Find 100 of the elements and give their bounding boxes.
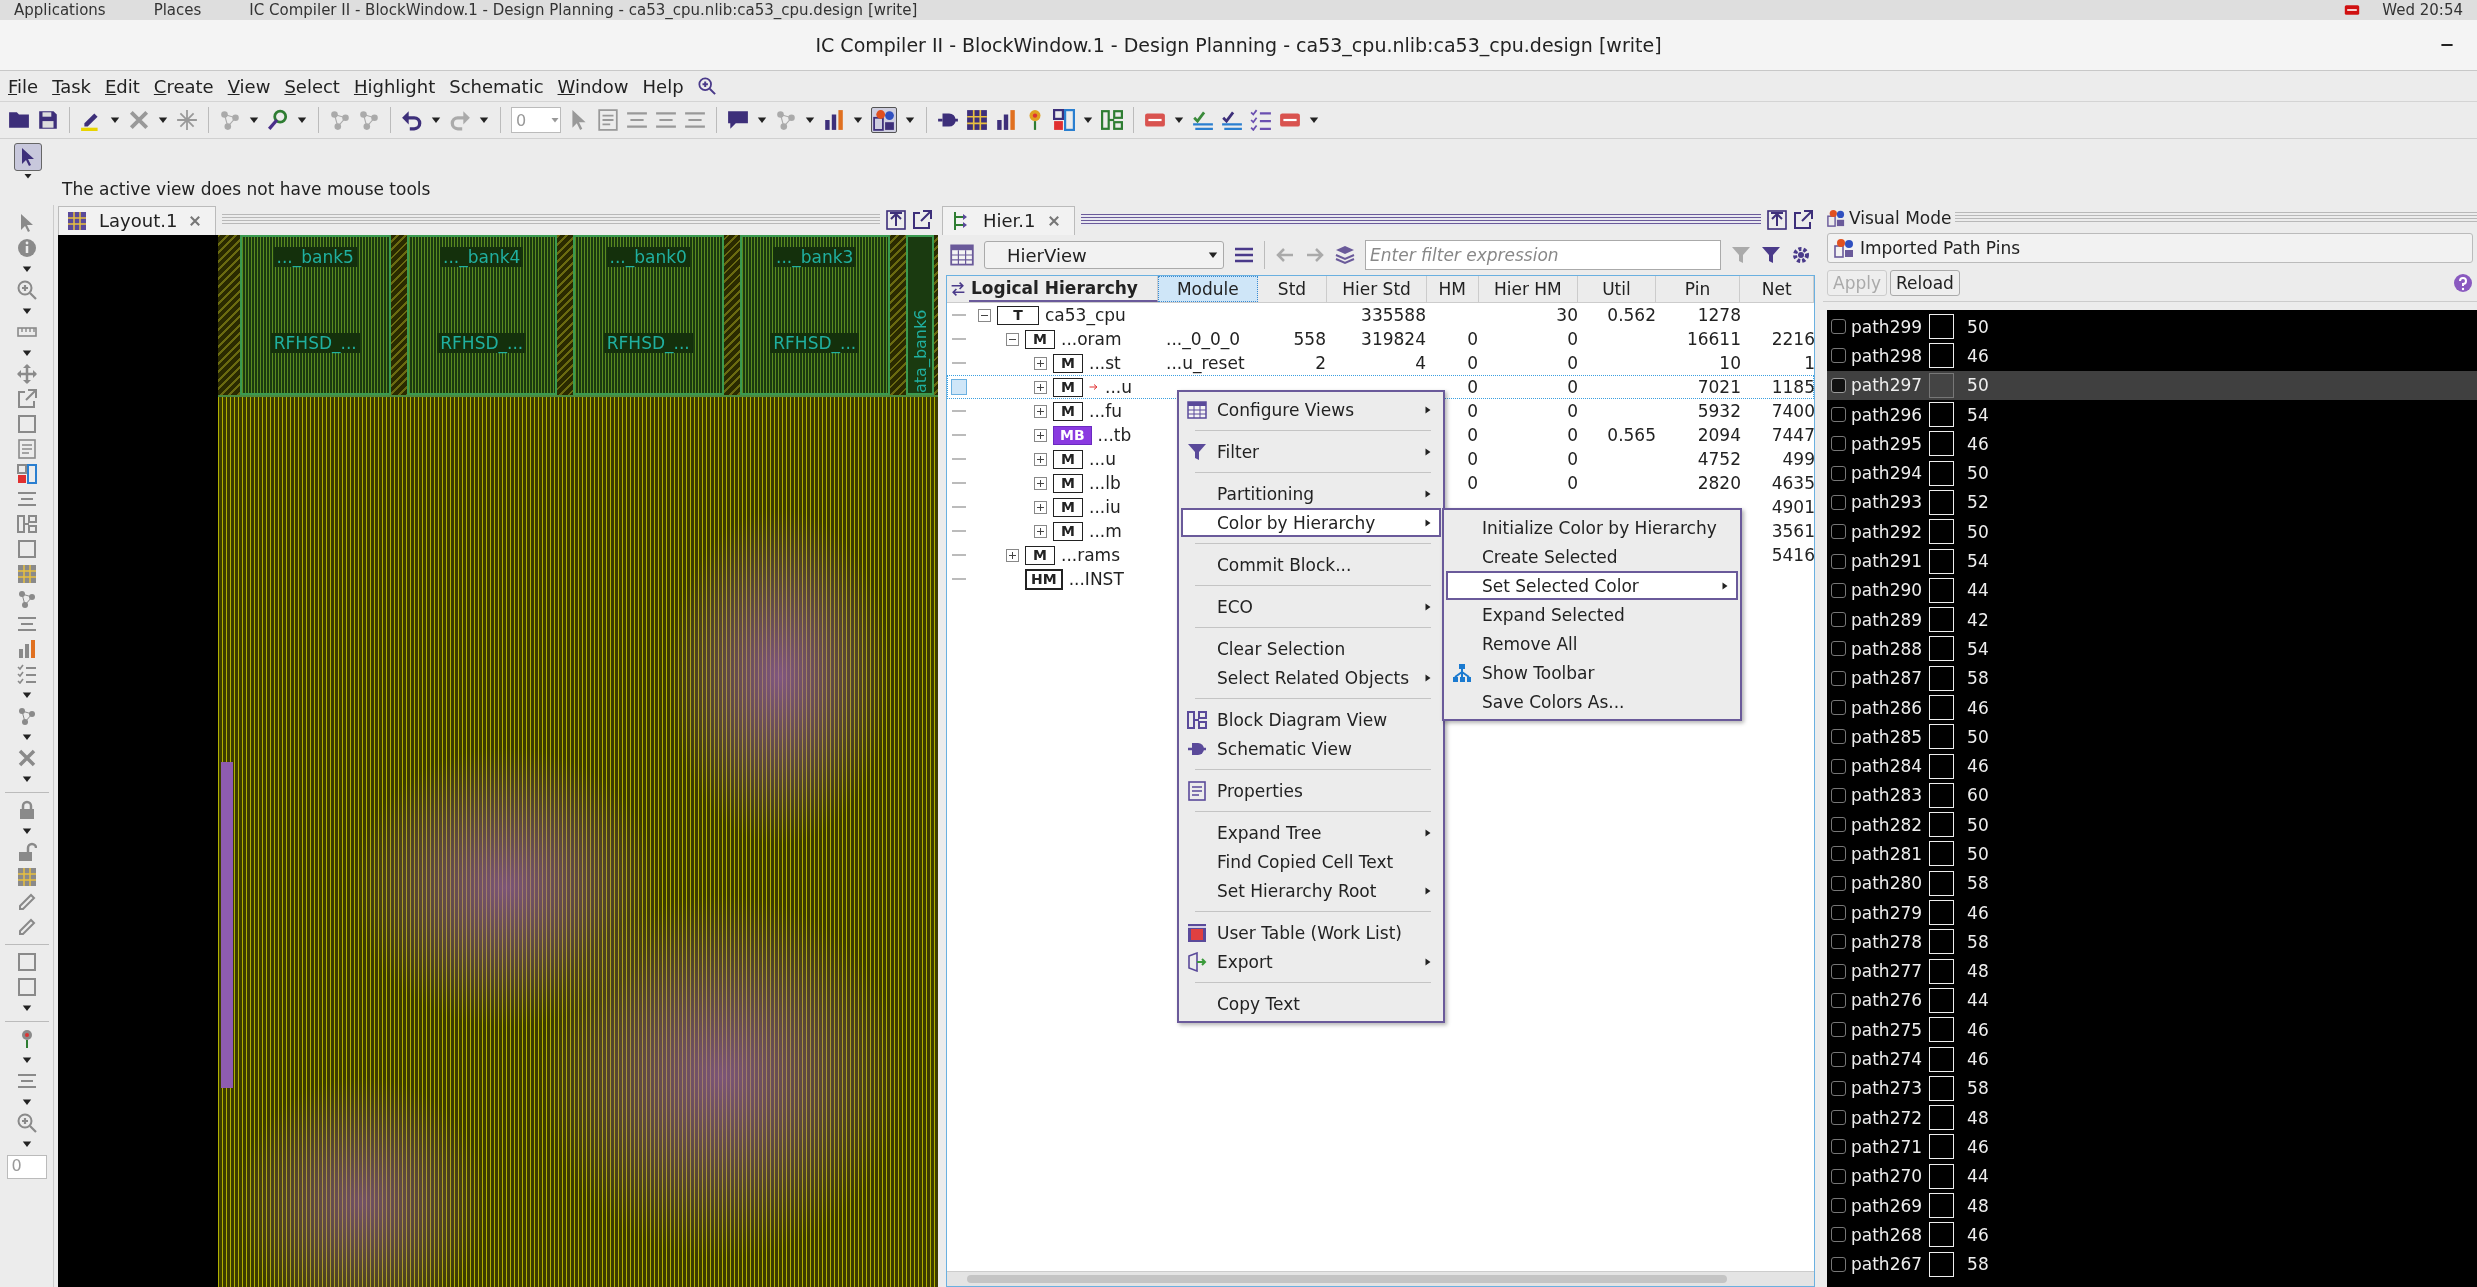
menu-item[interactable]: Schematic View (1181, 734, 1441, 763)
hier-tab[interactable]: Hier.1 (942, 205, 1075, 235)
column-header[interactable]: Net (1740, 276, 1814, 302)
cross-icon[interactable] (128, 109, 150, 131)
list-row[interactable]: path280 58 (1827, 868, 2477, 898)
row-marker[interactable] (952, 458, 966, 460)
nodes-icon[interactable] (329, 109, 351, 131)
menu-item[interactable]: Color by Hierarchy (1181, 508, 1441, 537)
menu-item[interactable]: Commit Block... (1181, 550, 1441, 579)
square-icon[interactable] (16, 952, 37, 972)
row-marker[interactable] (952, 338, 966, 340)
checklist-icon[interactable] (1221, 109, 1243, 131)
expand-toggle[interactable] (1034, 476, 1047, 490)
column-header[interactable]: Module (1158, 276, 1258, 302)
list-row[interactable]: path275 46 (1827, 1015, 2477, 1045)
checkbox[interactable] (1831, 729, 1846, 745)
list-row[interactable]: path276 44 (1827, 985, 2477, 1016)
row-marker[interactable] (952, 482, 966, 484)
menu-item[interactable]: Initialize Color by Hierarchy (1446, 513, 1738, 542)
list-row[interactable]: path290 44 (1827, 575, 2477, 605)
pencil-icon[interactable] (16, 892, 37, 912)
column-header[interactable]: Hier Std (1327, 276, 1427, 302)
help-icon[interactable] (2453, 273, 2473, 293)
popout-icon[interactable] (1793, 210, 1813, 230)
stack-icon[interactable] (1053, 109, 1075, 131)
checkbox[interactable] (1831, 1051, 1846, 1067)
checkbox[interactable] (1831, 817, 1846, 833)
view-dropdown[interactable]: HierView (984, 241, 1224, 269)
checkbox[interactable] (1831, 494, 1846, 510)
checkbox[interactable] (1831, 1256, 1846, 1272)
menu-item[interactable]: View (227, 75, 271, 97)
list-row[interactable]: path277 48 (1827, 956, 2477, 986)
menu-item[interactable]: Create Selected (1446, 542, 1738, 571)
move-icon[interactable] (16, 364, 37, 384)
menu-icon[interactable] (1234, 245, 1254, 265)
grip-bar[interactable] (1080, 214, 1761, 226)
row-marker[interactable] (951, 379, 967, 395)
palette-icon[interactable] (873, 109, 895, 131)
row-marker[interactable] (952, 506, 966, 508)
color-swatch[interactable] (1929, 372, 1955, 398)
expand-toggle[interactable] (1006, 548, 1019, 562)
layers-icon[interactable] (1335, 245, 1355, 265)
list-row[interactable]: path285 50 (1827, 722, 2477, 752)
tray-icon[interactable] (2344, 2, 2361, 18)
table-icon[interactable] (950, 243, 974, 267)
menu-item[interactable]: Set Selected Color (1446, 571, 1738, 600)
list-row[interactable]: path289 42 (1827, 604, 2477, 635)
align-icon[interactable] (684, 109, 706, 131)
menu-item[interactable]: Export (1181, 947, 1441, 976)
mode-selector[interactable]: Imported Path Pins (1827, 233, 2473, 263)
probe-icon[interactable] (267, 109, 289, 131)
checkbox[interactable] (1831, 641, 1846, 657)
checkbox[interactable] (1831, 934, 1846, 950)
bar-chart-icon[interactable] (995, 109, 1017, 131)
checkbox[interactable] (1831, 348, 1846, 364)
system-menu-item[interactable]: Places (153, 1, 202, 19)
menu-item[interactable]: Task (52, 75, 91, 97)
expand-toggle[interactable] (1034, 452, 1047, 466)
menu-item[interactable]: Filter (1181, 437, 1441, 466)
checkbox[interactable] (1831, 436, 1846, 452)
row-marker[interactable] (952, 434, 966, 436)
list-row[interactable]: path273 58 (1827, 1073, 2477, 1103)
column-header[interactable]: Util (1578, 276, 1656, 302)
list-row[interactable]: path270 44 (1827, 1161, 2477, 1191)
checkbox[interactable] (1831, 992, 1846, 1008)
list-row[interactable]: path286 46 (1827, 692, 2477, 723)
checkbox[interactable] (1831, 1110, 1846, 1126)
bar-chart-icon[interactable] (823, 109, 845, 131)
save-icon[interactable] (37, 109, 59, 131)
grip-bar[interactable] (1955, 212, 2477, 224)
menu-item[interactable]: Set Hierarchy Root (1181, 876, 1441, 905)
maximize-icon[interactable] (1767, 210, 1787, 230)
list-row[interactable]: path278 58 (1827, 927, 2477, 957)
expand-toggle[interactable] (978, 308, 991, 322)
column-header[interactable]: Hier HM (1478, 276, 1579, 302)
popout-icon[interactable] (912, 210, 932, 230)
checkbox[interactable] (1831, 787, 1846, 803)
checklist-icon[interactable] (1192, 109, 1214, 131)
menu-item[interactable]: Clear Selection (1181, 634, 1441, 663)
menu-item[interactable]: Partitioning (1181, 479, 1441, 508)
list-row[interactable]: path267 58 (1827, 1249, 2477, 1279)
list-row[interactable]: path292 50 (1827, 517, 2477, 547)
menu-item[interactable]: Create (153, 75, 214, 97)
checkbox[interactable] (1831, 407, 1846, 423)
row-marker[interactable] (952, 554, 966, 556)
nodes-icon[interactable] (358, 109, 380, 131)
filter-icon[interactable] (1761, 245, 1781, 265)
pencil-icon[interactable] (16, 917, 37, 937)
menu-item[interactable]: Select (284, 75, 340, 97)
list-row[interactable]: path272 48 (1827, 1103, 2477, 1133)
checkbox[interactable] (1831, 846, 1846, 862)
column-header[interactable]: Pin (1655, 276, 1741, 302)
expand-toggle[interactable] (1034, 428, 1047, 442)
square-icon[interactable] (16, 414, 37, 434)
nodes-icon[interactable] (219, 109, 241, 131)
system-menu-item[interactable]: IC Compiler II - BlockWindow.1 - Design Planning - ca53_cpu.nlib:ca53_cpu.design [write] (249, 1, 918, 19)
menu-item[interactable]: User Table (Work List) (1181, 918, 1441, 947)
menu-item[interactable]: Properties (1181, 776, 1441, 805)
checkbox[interactable] (1831, 1227, 1846, 1243)
list-row[interactable]: path288 54 (1827, 634, 2477, 664)
